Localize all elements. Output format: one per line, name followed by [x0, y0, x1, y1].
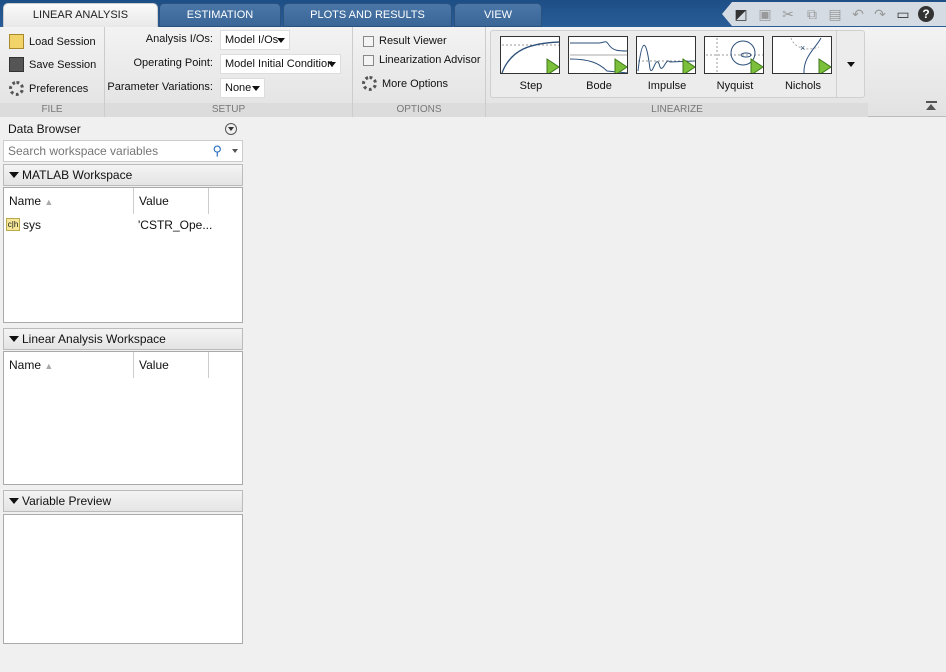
- value-column-header[interactable]: Value: [134, 188, 209, 214]
- operating-point-value: Model Initial Condition: [225, 58, 334, 70]
- save-icon[interactable]: ▣: [757, 6, 773, 22]
- ribbon: Load Session Save Session Preferences FI…: [0, 27, 946, 117]
- char-variable-icon: c|h: [6, 218, 20, 231]
- save-session-label: Save Session: [29, 58, 97, 71]
- analysis-ios-label: Analysis I/Os:: [145, 33, 213, 45]
- more-options-label: More Options: [382, 77, 449, 90]
- copy-icon[interactable]: ⧉: [804, 6, 820, 22]
- load-session-label: Load Session: [29, 35, 96, 48]
- nichols-label: Nichols: [784, 80, 822, 92]
- nyquist-label: Nyquist: [716, 80, 754, 92]
- paste-icon[interactable]: ▤: [827, 6, 843, 22]
- parameter-variations-label: Parameter Variations:: [107, 81, 213, 93]
- analysis-ios-dropdown[interactable]: Model I/Os: [220, 30, 290, 50]
- checkbox-icon: [363, 35, 374, 47]
- step-label: Step: [519, 80, 543, 92]
- more-options-button[interactable]: More Options: [362, 76, 448, 91]
- cut-icon[interactable]: ✂: [780, 6, 796, 22]
- nichols-plot-button[interactable]: × Nichols: [772, 36, 834, 92]
- plot-area: [246, 118, 946, 672]
- linearization-advisor-label: Linearization Advisor: [379, 54, 481, 66]
- preferences-label: Preferences: [29, 82, 89, 95]
- setup-section-label: SETUP: [105, 103, 352, 117]
- linearization-advisor-checkbox[interactable]: Linearization Advisor: [363, 54, 481, 66]
- file-section-label: FILE: [0, 103, 104, 117]
- gear-icon: [362, 76, 377, 91]
- layout-icon[interactable]: ▭: [895, 6, 911, 22]
- collapse-ribbon-icon[interactable]: [926, 101, 937, 111]
- table-row[interactable]: c|h sys 'CSTR_Ope...: [4, 216, 242, 234]
- variable-name: sys: [23, 218, 41, 232]
- new-window-icon[interactable]: ◩: [733, 6, 749, 22]
- nyquist-plot-button[interactable]: Nyquist: [704, 36, 766, 92]
- operating-point-dropdown[interactable]: Model Initial Condition: [220, 54, 341, 74]
- help-icon[interactable]: ?: [918, 6, 934, 22]
- linear-analysis-workspace-table: Name ▲ Value: [3, 351, 243, 485]
- data-browser-panel: Data Browser ⚲ MATLAB Workspace Name ▲ V…: [0, 118, 246, 648]
- options-section: Result Viewer Linearization Advisor More…: [353, 27, 486, 117]
- name-header-label: Name: [9, 194, 42, 208]
- search-icon[interactable]: ⚲: [212, 143, 222, 159]
- tab-view[interactable]: VIEW: [454, 3, 542, 27]
- tab-bar: LINEAR ANALYSIS ESTIMATION PLOTS AND RES…: [0, 0, 946, 28]
- name-column-header[interactable]: Name ▲: [4, 188, 134, 214]
- save-session-button[interactable]: Save Session: [9, 57, 96, 72]
- step-plot-button[interactable]: Step: [500, 36, 562, 92]
- redo-icon[interactable]: ↷: [872, 6, 888, 22]
- operating-point-label: Operating Point:: [133, 57, 214, 69]
- tab-plots-and-results[interactable]: PLOTS AND RESULTS: [283, 3, 452, 27]
- linear-analysis-workspace-header[interactable]: Linear Analysis Workspace: [3, 328, 243, 350]
- chevron-down-icon: [277, 38, 285, 43]
- checkbox-icon: [363, 54, 374, 66]
- result-viewer-label: Result Viewer: [379, 35, 447, 47]
- variable-preview-header[interactable]: Variable Preview: [3, 490, 243, 512]
- bode-plot-icon: [568, 36, 628, 74]
- nichols-plot-icon: ×: [772, 36, 832, 74]
- nyquist-plot-icon: [704, 36, 764, 74]
- search-input[interactable]: [4, 141, 204, 161]
- impulse-plot-icon: [636, 36, 696, 74]
- setup-section: Analysis I/Os: Model I/Os Operating Poin…: [105, 27, 353, 117]
- impulse-plot-button[interactable]: Impulse: [636, 36, 698, 92]
- preferences-button[interactable]: Preferences: [9, 81, 88, 96]
- sort-ascending-icon: ▲: [44, 197, 54, 207]
- linearize-gallery: Step Bode Impulse Nyquist × Nichols: [490, 30, 865, 98]
- search-options-icon[interactable]: [232, 149, 238, 153]
- chevron-down-icon: [847, 62, 855, 67]
- data-browser-title: Data Browser: [8, 122, 81, 136]
- floppy-icon: [9, 57, 24, 72]
- value-column-header[interactable]: Value: [134, 352, 209, 378]
- gallery-expand-button[interactable]: [836, 31, 865, 97]
- undo-icon[interactable]: ↶: [850, 6, 866, 22]
- sort-ascending-icon: ▲: [44, 361, 54, 371]
- search-field[interactable]: ⚲: [3, 140, 243, 162]
- bode-label: Bode: [586, 80, 612, 92]
- folder-icon: [9, 34, 24, 49]
- options-section-label: OPTIONS: [353, 103, 485, 117]
- name-header-label: Name: [9, 358, 42, 372]
- tab-linear-analysis[interactable]: LINEAR ANALYSIS: [3, 3, 158, 28]
- panel-menu-icon[interactable]: [225, 123, 237, 135]
- parameter-variations-value: None: [225, 82, 252, 94]
- chevron-down-icon: [252, 86, 260, 91]
- svg-text:×: ×: [800, 43, 805, 53]
- file-section: Load Session Save Session Preferences FI…: [0, 27, 105, 117]
- variable-preview-area: [3, 514, 243, 644]
- step-plot-icon: [500, 36, 560, 74]
- result-viewer-checkbox[interactable]: Result Viewer: [363, 35, 447, 47]
- linearize-section-label: LINEARIZE: [486, 103, 868, 117]
- analysis-ios-value: Model I/Os: [225, 34, 279, 46]
- matlab-workspace-table: Name ▲ Value c|h sys 'CSTR_Ope...: [3, 187, 243, 323]
- impulse-label: Impulse: [647, 80, 687, 92]
- parameter-variations-dropdown[interactable]: None: [220, 78, 265, 98]
- matlab-workspace-header[interactable]: MATLAB Workspace: [3, 164, 243, 186]
- name-column-header[interactable]: Name ▲: [4, 352, 134, 378]
- quick-access-toolbar: ◩ ▣ ✂ ⧉ ▤ ↶ ↷ ▭ ?: [722, 2, 946, 26]
- chevron-down-icon: [328, 62, 336, 67]
- tab-estimation[interactable]: ESTIMATION: [159, 3, 281, 27]
- gear-icon: [9, 81, 24, 96]
- variable-value: 'CSTR_Ope...: [138, 218, 213, 232]
- bode-plot-button[interactable]: Bode: [568, 36, 630, 92]
- load-session-button[interactable]: Load Session: [9, 34, 96, 49]
